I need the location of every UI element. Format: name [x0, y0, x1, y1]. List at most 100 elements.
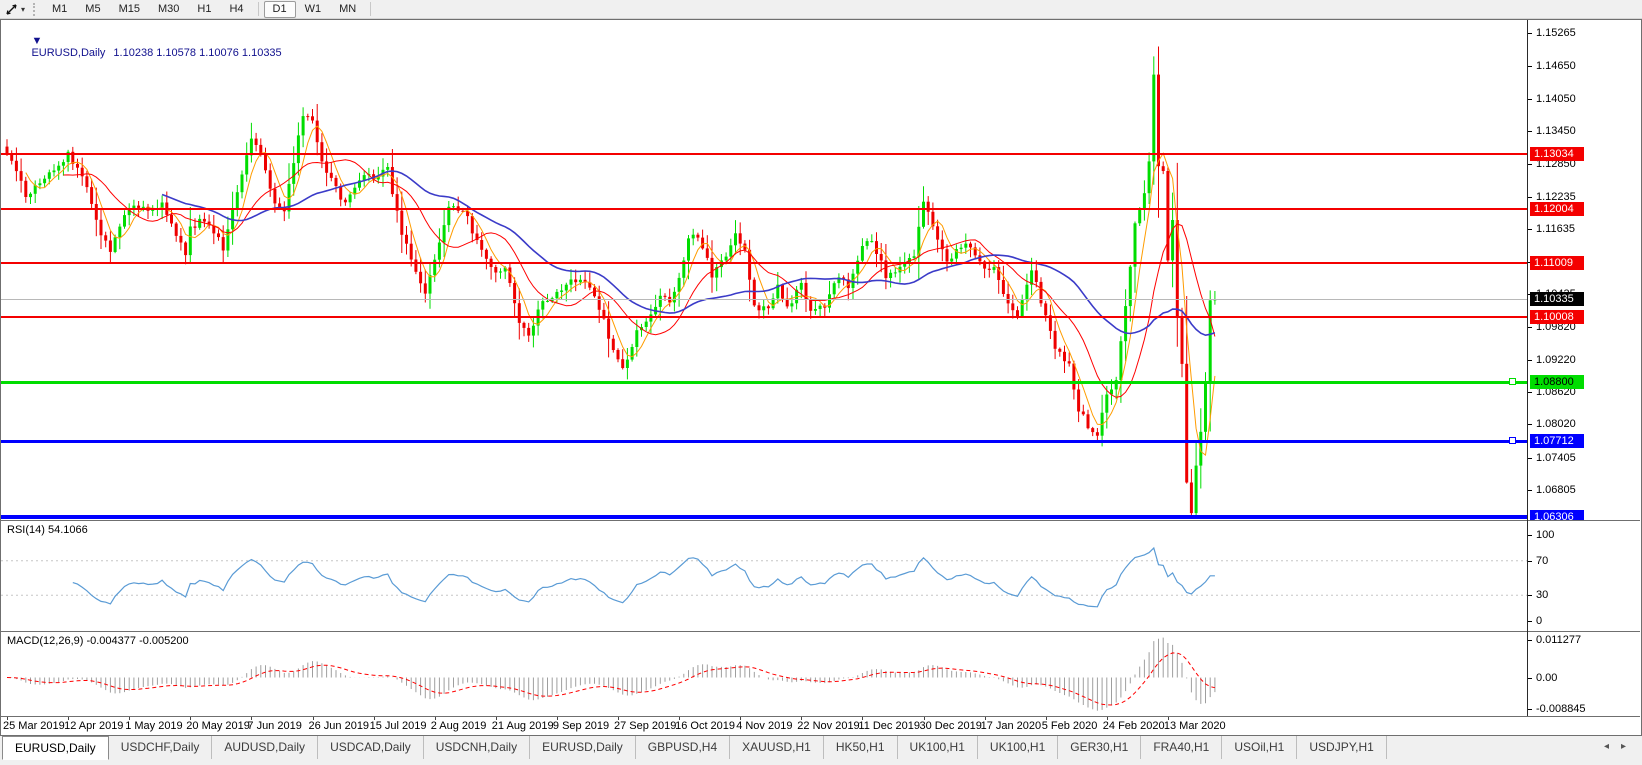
date-label: 7 Jun 2019	[247, 720, 301, 732]
price-horizontal-line[interactable]	[1, 381, 1527, 384]
tab-scroll-left-icon[interactable]: ◂	[1604, 741, 1609, 752]
chart-tab-usdcad-daily[interactable]: USDCAD,Daily	[318, 736, 424, 759]
rsi-level-label: 0	[1536, 615, 1542, 628]
chart-title-collapse-icon[interactable]: ▼	[31, 35, 42, 47]
chart-tab-usdcnh-daily[interactable]: USDCNH,Daily	[424, 736, 530, 759]
macd-tick	[1528, 709, 1532, 710]
rsi-tick	[1528, 595, 1532, 596]
timeframe-button-m15[interactable]: M15	[110, 1, 149, 18]
price-line-label: 1.08800	[1530, 375, 1584, 389]
chart-tab-xauusd-h1[interactable]: XAUUSD,H1	[730, 736, 824, 759]
ohlc-close: 1.10335	[242, 47, 282, 59]
main-chart-svg	[1, 20, 1527, 520]
timeframe-button-h1[interactable]: H1	[188, 1, 220, 18]
chart-tab-audusd-daily[interactable]: AUDUSD,Daily	[212, 736, 318, 759]
price-line-label: 1.13034	[1530, 147, 1584, 161]
price-tick-label: 1.14050	[1536, 93, 1576, 106]
price-line-label: 1.11009	[1530, 256, 1584, 270]
rsi-title: RSI(14) 54.1066	[7, 524, 88, 536]
current-price-line	[1, 299, 1527, 300]
price-line-label: 1.06306	[1530, 510, 1584, 520]
timeframe-button-mn[interactable]: MN	[330, 1, 365, 18]
timeframe-button-h4[interactable]: H4	[220, 1, 252, 18]
timeframe-button-m30[interactable]: M30	[149, 1, 188, 18]
price-tick-label: 1.09220	[1536, 354, 1576, 367]
cursor-tool-icon[interactable]	[5, 3, 18, 16]
chart-tab-eurusd-daily[interactable]: EURUSD,Daily	[530, 736, 636, 759]
date-label: 24 Feb 2020	[1103, 720, 1165, 732]
date-label: 4 Nov 2019	[736, 720, 792, 732]
price-horizontal-line[interactable]	[1, 153, 1527, 155]
macd-title: MACD(12,26,9) -0.004377 -0.005200	[7, 635, 189, 647]
chart-tab-gbpusd-h4[interactable]: GBPUSD,H4	[636, 736, 730, 759]
macd-tick	[1528, 678, 1532, 679]
macd-scale-label: 0.011277	[1536, 634, 1581, 647]
date-axis[interactable]: 25 Mar 201912 Apr 20191 May 201920 May 2…	[1, 716, 1640, 735]
date-label: 13 Mar 2020	[1164, 720, 1226, 732]
timeframe-buttons-group: M1M5M15M30H1H4 D1W1MN	[43, 1, 365, 18]
price-tick	[1528, 327, 1532, 328]
toolbar-separator	[258, 2, 259, 16]
price-horizontal-line[interactable]	[1, 316, 1527, 318]
price-tick	[1528, 360, 1532, 361]
date-label: 30 Dec 2019	[920, 720, 982, 732]
tab-scroll-arrows: ◂ ▸	[1604, 736, 1642, 752]
macd-scale-label: 0.00	[1536, 672, 1557, 685]
price-tick-label: 1.11635	[1536, 223, 1575, 236]
date-label: 1 May 2019	[125, 720, 182, 732]
date-label: 21 Aug 2019	[492, 720, 554, 732]
chart-tab-eurusd-daily[interactable]: EURUSD,Daily	[2, 736, 109, 760]
timeframe-button-w1[interactable]: W1	[296, 1, 331, 18]
main-chart-pane[interactable]: ▼ EURUSD,Daily1.10238 1.10578 1.10076 1.…	[1, 20, 1640, 520]
rsi-indicator-pane[interactable]: RSI(14) 54.1066 10070300	[1, 520, 1640, 631]
rsi-canvas[interactable]	[1, 521, 1527, 631]
cursor-dropdown-arrow-icon[interactable]: ▾	[21, 5, 25, 14]
chart-tab-hk50-h1[interactable]: HK50,H1	[824, 736, 898, 759]
chart-tab-usoil-h1[interactable]: USOil,H1	[1222, 736, 1297, 759]
price-horizontal-line[interactable]	[1, 262, 1527, 264]
price-line-label: 1.10008	[1530, 310, 1584, 324]
price-line-label: 1.07712	[1530, 434, 1584, 448]
price-horizontal-line[interactable]	[1, 440, 1527, 443]
line-selection-handle[interactable]	[1509, 378, 1516, 385]
price-tick	[1528, 229, 1532, 230]
macd-svg	[1, 632, 1527, 716]
price-tick	[1528, 33, 1532, 34]
chart-tab-uk100-h1[interactable]: UK100,H1	[898, 736, 978, 759]
chart-symbol-label: EURUSD,Daily	[31, 47, 105, 59]
macd-canvas[interactable]	[1, 632, 1527, 716]
price-horizontal-line[interactable]	[1, 208, 1527, 210]
date-label: 26 Jun 2019	[309, 720, 370, 732]
date-label: 11 Dec 2019	[858, 720, 920, 732]
price-tick-label: 1.13450	[1536, 125, 1576, 138]
price-tick	[1528, 458, 1532, 459]
ohlc-open: 1.10238	[113, 47, 153, 59]
price-tick	[1528, 131, 1532, 132]
price-tick	[1528, 490, 1532, 491]
chart-tab-uk100-h1[interactable]: UK100,H1	[978, 736, 1058, 759]
line-selection-handle[interactable]	[1509, 437, 1516, 444]
rsi-tick	[1528, 621, 1532, 622]
date-label: 17 Jan 2020	[981, 720, 1042, 732]
price-horizontal-line[interactable]	[1, 515, 1527, 519]
chart-tab-fra40-h1[interactable]: FRA40,H1	[1141, 736, 1222, 759]
timeframe-button-m1[interactable]: M1	[43, 1, 76, 18]
date-label: 27 Sep 2019	[614, 720, 676, 732]
price-tick	[1528, 424, 1532, 425]
candlestick-canvas[interactable]	[1, 20, 1527, 520]
price-tick	[1528, 99, 1532, 100]
price-tick-label: 1.15265	[1536, 27, 1576, 40]
timeframe-button-m5[interactable]: M5	[76, 1, 109, 18]
date-label: 16 Oct 2019	[675, 720, 735, 732]
price-tick-label: 1.14650	[1536, 60, 1576, 73]
macd-indicator-pane[interactable]: MACD(12,26,9) -0.004377 -0.005200 0.0112…	[1, 631, 1640, 716]
chart-tab-ger30-h1[interactable]: GER30,H1	[1058, 736, 1141, 759]
timeframe-button-d1[interactable]: D1	[264, 1, 296, 18]
chart-tab-usdjpy-h1[interactable]: USDJPY,H1	[1297, 736, 1386, 759]
date-label: 9 Sep 2019	[553, 720, 609, 732]
price-tick	[1528, 66, 1532, 67]
toolbar-grip-handle[interactable]	[33, 3, 37, 16]
chart-tab-usdchf-daily[interactable]: USDCHF,Daily	[109, 736, 213, 759]
macd-tick	[1528, 640, 1532, 641]
tab-scroll-right-icon[interactable]: ▸	[1621, 741, 1626, 752]
